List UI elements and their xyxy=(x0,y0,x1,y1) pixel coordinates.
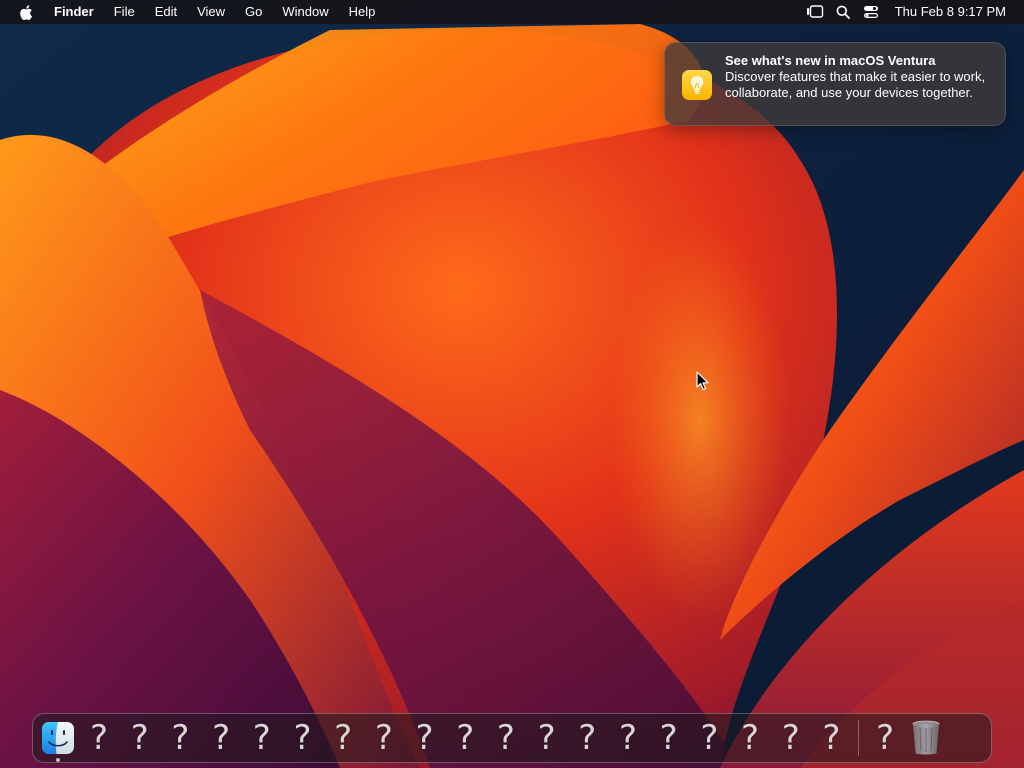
dock-item-unknown-app[interactable]: ? xyxy=(608,714,649,762)
dock-item-unknown-app[interactable]: ? xyxy=(364,714,405,762)
dock-item-unknown-app[interactable]: ? xyxy=(323,714,364,762)
dock-item-unknown-app[interactable]: ? xyxy=(201,714,242,762)
unknown-app-icon: ? xyxy=(659,718,678,758)
notification-title: See what's new in macOS Ventura xyxy=(725,53,936,68)
trash-icon xyxy=(912,720,940,755)
dock-item-unknown-app[interactable]: ? xyxy=(404,714,445,762)
dock: ??????????????????? ? xyxy=(32,713,992,763)
tips-lightbulb-icon xyxy=(682,70,712,100)
menu-go[interactable]: Go xyxy=(235,0,272,24)
dock-item-unknown-app[interactable]: ? xyxy=(282,714,323,762)
dock-item-unknown-app[interactable]: ? xyxy=(160,714,201,762)
menu-help[interactable]: Help xyxy=(339,0,386,24)
dock-item-unknown-app[interactable]: ? xyxy=(526,714,567,762)
unknown-app-icon: ? xyxy=(578,718,597,758)
control-center-icon[interactable] xyxy=(857,0,885,24)
menu-bar-left: Finder File Edit View Go Window Help xyxy=(0,0,385,24)
dock-item-trash[interactable] xyxy=(905,714,946,762)
dock-item-unknown-app[interactable]: ? xyxy=(241,714,282,762)
dock-item-unknown-app[interactable]: ? xyxy=(865,714,906,762)
running-indicator xyxy=(56,758,61,762)
menu-app-finder[interactable]: Finder xyxy=(46,0,104,24)
unknown-app-icon: ? xyxy=(90,718,109,758)
menu-window[interactable]: Window xyxy=(272,0,338,24)
dock-item-unknown-app[interactable]: ? xyxy=(79,714,120,762)
mouse-cursor-icon xyxy=(696,371,709,391)
apple-logo-icon[interactable] xyxy=(18,3,34,21)
unknown-app-icon: ? xyxy=(700,718,719,758)
unknown-app-icon: ? xyxy=(293,718,312,758)
dock-item-unknown-app[interactable]: ? xyxy=(811,714,852,762)
dock-item-unknown-app[interactable]: ? xyxy=(119,714,160,762)
unknown-app-icon: ? xyxy=(456,718,475,758)
dock-item-unknown-app[interactable]: ? xyxy=(648,714,689,762)
finder-icon xyxy=(42,722,75,754)
unknown-app-icon: ? xyxy=(822,718,841,758)
menu-bar-right: Thu Feb 8 9:17 PM xyxy=(801,0,1024,24)
unknown-app-icon: ? xyxy=(741,718,760,758)
dock-item-unknown-app[interactable]: ? xyxy=(445,714,486,762)
dock-item-unknown-app[interactable]: ? xyxy=(567,714,608,762)
unknown-app-icon: ? xyxy=(781,718,800,758)
spotlight-search-icon[interactable] xyxy=(829,0,857,24)
unknown-app-icon: ? xyxy=(618,718,637,758)
unknown-app-icon: ? xyxy=(876,718,895,758)
dock-divider xyxy=(857,720,859,756)
unknown-app-icon: ? xyxy=(212,718,231,758)
menu-view[interactable]: View xyxy=(187,0,235,24)
stage-manager-icon[interactable] xyxy=(801,0,829,24)
notification-body: Discover features that make it easier to… xyxy=(725,69,986,100)
unknown-app-icon: ? xyxy=(496,718,515,758)
unknown-app-icon: ? xyxy=(537,718,556,758)
menu-edit[interactable]: Edit xyxy=(145,0,187,24)
dock-item-unknown-app[interactable]: ? xyxy=(689,714,730,762)
menu-bar: Finder File Edit View Go Window Help Thu… xyxy=(0,0,1024,24)
dock-item-unknown-app[interactable]: ? xyxy=(486,714,527,762)
unknown-app-icon: ? xyxy=(374,718,393,758)
menu-bar-clock[interactable]: Thu Feb 8 9:17 PM xyxy=(885,0,1024,24)
unknown-app-icon: ? xyxy=(171,718,190,758)
unknown-app-icon: ? xyxy=(334,718,353,758)
unknown-app-icon: ? xyxy=(252,718,271,758)
unknown-app-icon: ? xyxy=(130,718,149,758)
dock-item-unknown-app[interactable]: ? xyxy=(730,714,771,762)
unknown-app-icon: ? xyxy=(415,718,434,758)
menu-file[interactable]: File xyxy=(104,0,145,24)
notification-banner[interactable]: See what's new in macOS Ventura Discover… xyxy=(664,42,1006,126)
dock-item-unknown-app[interactable]: ? xyxy=(770,714,811,762)
dock-item-finder[interactable] xyxy=(38,714,79,762)
